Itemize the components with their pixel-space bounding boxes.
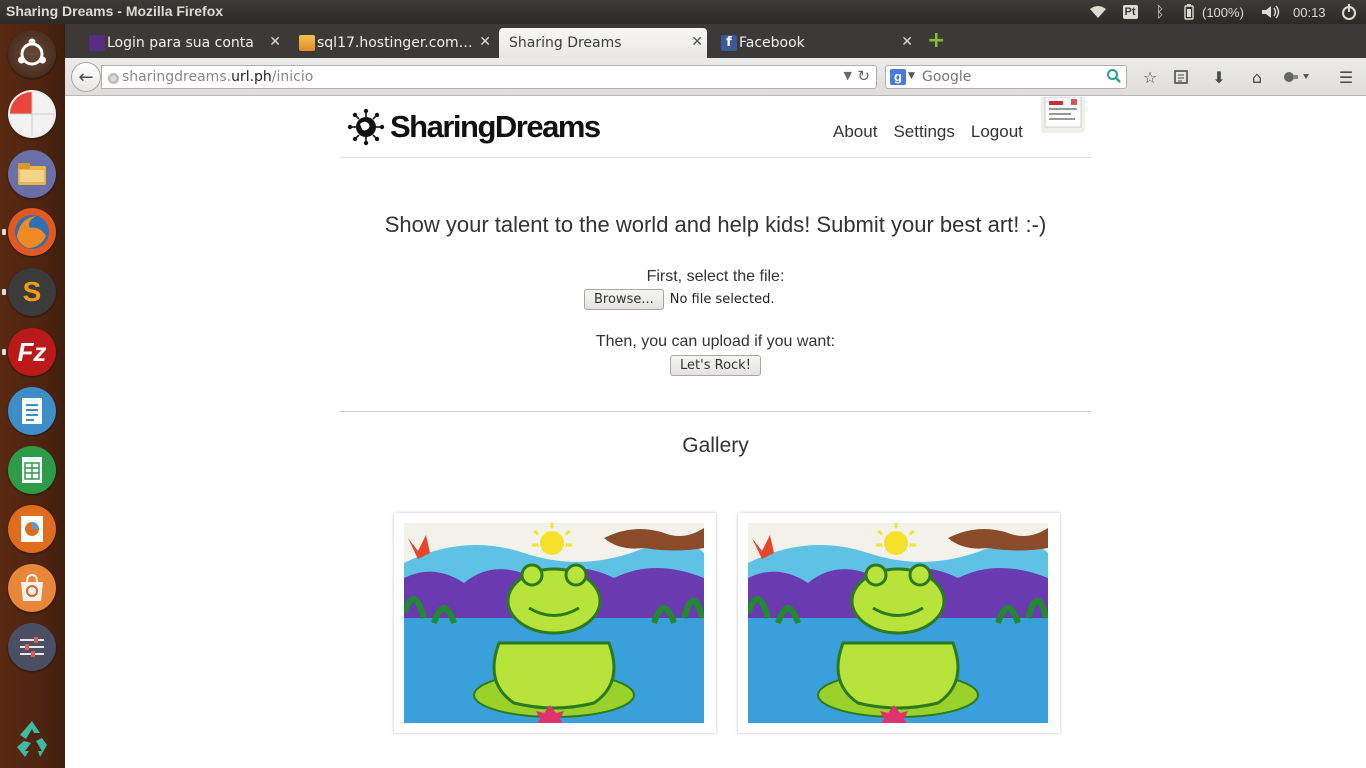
browse-button[interactable]: Browse...	[584, 289, 664, 310]
battery-icon[interactable]	[1180, 0, 1198, 24]
user-avatar[interactable]	[1041, 97, 1085, 133]
engine-dropdown-icon[interactable]: ▼	[908, 71, 915, 81]
gallery-item[interactable]	[738, 513, 1060, 733]
back-button[interactable]: ←	[71, 62, 101, 92]
running-indicator	[2, 349, 6, 355]
window-title: Sharing Dreams - Mozilla Firefox	[6, 3, 224, 19]
tab-label: Facebook	[739, 35, 805, 51]
home-icon[interactable]: ⌂	[1246, 66, 1268, 88]
clock[interactable]: 00:13	[1293, 0, 1326, 24]
file-status: No file selected.	[669, 292, 775, 307]
bluetooth-icon[interactable]: ᛒ	[1150, 0, 1170, 24]
tab-strip: Login para sua conta ✕ sql17.hostinger.c…	[65, 24, 1366, 58]
keyboard-layout-label: Pt	[1122, 5, 1138, 19]
back-arrow-icon: ←	[78, 66, 94, 88]
select-file-prompt: First, select the file:	[646, 268, 785, 285]
phpmyadmin-favicon-icon	[299, 35, 315, 51]
nav-settings-link[interactable]: Settings	[893, 122, 954, 142]
tab-hostinger[interactable]: sql17.hostinger.com… ✕	[297, 28, 495, 58]
yahoo-favicon-icon	[89, 35, 105, 51]
upload-prompt: Then, you can upload if you want:	[595, 333, 836, 350]
url-path: /inicio	[271, 69, 314, 85]
software-center-icon[interactable]	[8, 564, 56, 612]
site-nav: About Settings Logout	[833, 122, 1023, 142]
tab-label: Login para sua conta	[107, 35, 254, 51]
search-bar[interactable]: g ▼	[885, 65, 1127, 89]
url-text: sharingdreams.url.ph/inicio	[122, 69, 313, 85]
nav-logout-link[interactable]: Logout	[971, 122, 1023, 142]
hamburger-menu-icon[interactable]: ☰	[1335, 66, 1357, 88]
frog-artwork-image	[404, 523, 704, 723]
extension-icon[interactable]	[1281, 66, 1311, 88]
site-header: SharingDreams About Settings Logout	[340, 97, 1091, 158]
new-tab-plus-icon[interactable]: +	[927, 30, 945, 52]
libreoffice-writer-icon[interactable]	[8, 387, 56, 435]
url-host: url.ph	[231, 69, 272, 85]
url-prefix: sharingdreams.	[122, 69, 232, 85]
close-tab-icon[interactable]: ✕	[479, 34, 491, 50]
sublime-text-icon[interactable]: S	[8, 268, 56, 316]
libreoffice-calc-icon[interactable]	[8, 446, 56, 494]
bookmark-star-icon[interactable]: ☆	[1139, 66, 1161, 88]
reading-list-icon[interactable]	[1170, 66, 1192, 88]
files-icon[interactable]	[8, 150, 56, 198]
launcher: S Fz	[0, 24, 65, 768]
search-input[interactable]	[922, 69, 1102, 85]
url-bar[interactable]: sharingdreams.url.ph/inicio ▼ ↻	[101, 65, 877, 89]
firefox-icon[interactable]	[8, 208, 56, 256]
globe-people-logo-icon	[347, 108, 385, 146]
system-settings-icon[interactable]	[8, 623, 56, 671]
downloads-arrow-icon[interactable]: ⬇	[1208, 66, 1230, 88]
google-engine-icon[interactable]: g	[890, 69, 906, 85]
url-dropdown-icon[interactable]: ▼	[844, 69, 852, 82]
volume-icon[interactable]	[1260, 0, 1282, 24]
nav-about-link[interactable]: About	[833, 122, 877, 142]
close-tab-icon[interactable]: ✕	[269, 34, 281, 50]
section-divider	[340, 411, 1091, 412]
frog-artwork-image	[748, 523, 1048, 723]
close-tab-icon[interactable]: ✕	[901, 34, 913, 50]
power-gear-icon[interactable]	[1338, 0, 1360, 24]
tab-sharing-dreams[interactable]: Sharing Dreams ✕	[499, 28, 707, 58]
tab-login[interactable]: Login para sua conta ✕	[87, 28, 285, 58]
tab-label: sql17.hostinger.com…	[317, 35, 473, 51]
wifi-icon[interactable]	[1088, 0, 1108, 24]
ubuntu-dash-icon[interactable]	[8, 30, 56, 78]
tab-facebook[interactable]: f Facebook ✕	[719, 28, 917, 58]
logo-text: SharingDreams	[390, 109, 601, 144]
trash-icon[interactable]	[8, 714, 56, 762]
site-logo[interactable]: SharingDreams	[346, 107, 601, 147]
filezilla-icon[interactable]: Fz	[8, 328, 56, 376]
top-panel: Sharing Dreams - Mozilla Firefox Pt ᛒ (1…	[0, 0, 1366, 24]
upload-button-wrap: Let's Rock!	[65, 354, 1366, 376]
tab-label: Sharing Dreams	[509, 35, 622, 51]
page-headline: Show your talent to the world and help k…	[384, 212, 1047, 237]
keyboard-layout-indicator[interactable]: Pt	[1120, 0, 1140, 24]
gallery-item[interactable]	[394, 513, 716, 733]
gallery-title: Gallery	[682, 434, 749, 457]
page-content: SharingDreams About Settings Logout Show…	[65, 97, 1366, 768]
disk-usage-icon[interactable]	[8, 90, 56, 138]
reload-icon[interactable]: ↻	[857, 67, 870, 85]
upload-button[interactable]: Let's Rock!	[670, 355, 761, 376]
battery-percentage: (100%)	[1202, 4, 1244, 20]
libreoffice-impress-icon[interactable]	[8, 505, 56, 553]
close-tab-icon[interactable]: ✕	[691, 34, 703, 50]
navigation-toolbar: sharingdreams.url.ph/inicio ▼ ↻ ← g ▼ ☆ …	[65, 58, 1366, 96]
running-indicator	[2, 229, 6, 235]
search-icon[interactable]	[1106, 68, 1122, 88]
file-picker: Browse... No file selected.	[584, 289, 774, 310]
running-indicator	[2, 289, 6, 295]
facebook-favicon-icon: f	[721, 35, 737, 51]
globe-icon	[107, 70, 120, 89]
